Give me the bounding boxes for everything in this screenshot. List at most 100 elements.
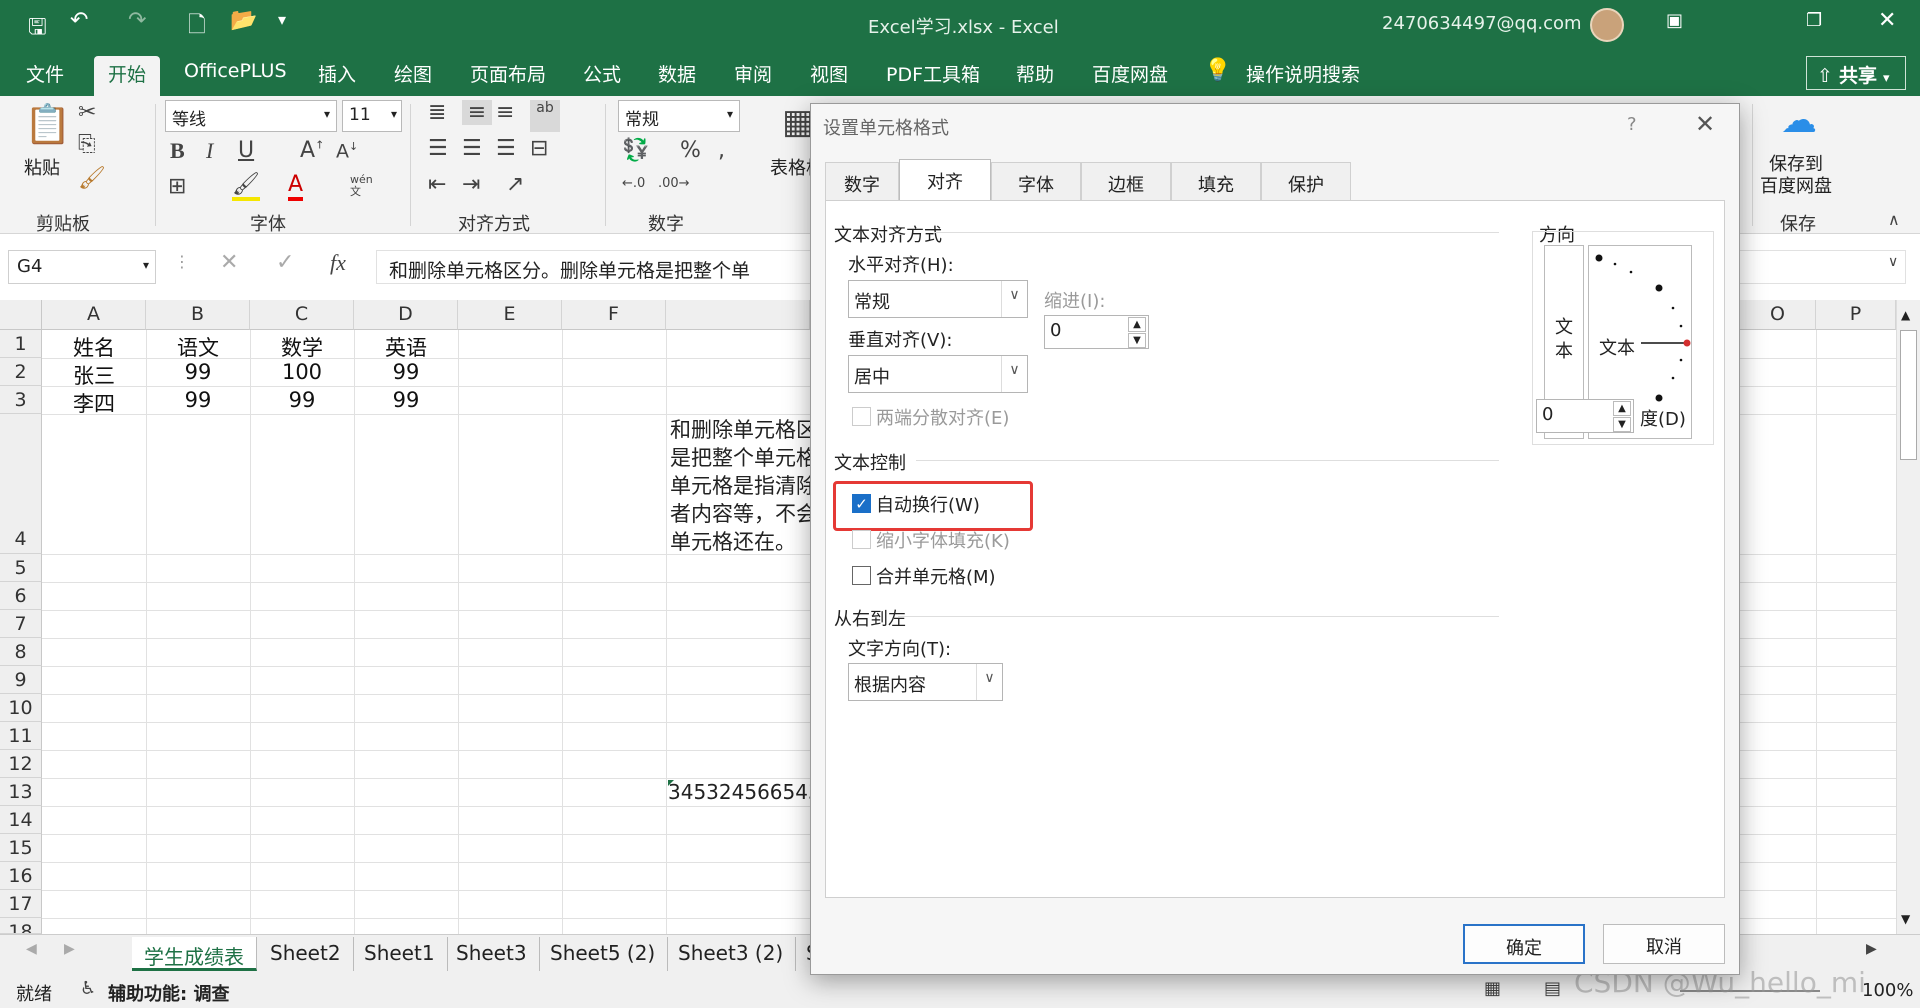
fill-color-icon[interactable]: 🖌 [232, 172, 260, 201]
row-header[interactable]: 7 [0, 610, 42, 638]
row-header[interactable]: 13 [0, 778, 42, 806]
spin-down-icon[interactable]: ▼ [1128, 333, 1146, 348]
confirm-entry-icon[interactable]: ✓ [276, 250, 294, 275]
column-header-f[interactable]: F [562, 300, 666, 330]
collapse-ribbon-icon[interactable]: ∧ [1888, 210, 1900, 229]
horizontal-align-select[interactable]: 常规 ∨ [848, 280, 1028, 318]
cell-a1[interactable]: 姓名 [42, 332, 146, 362]
cancel-button[interactable]: 取消 [1603, 924, 1725, 964]
sheet-tab[interactable]: Sheet2 [258, 937, 354, 971]
font-size-combo[interactable]: 11 ▾ [342, 100, 402, 132]
number-format-combo[interactable]: 常规 ▾ [618, 100, 740, 132]
row-header[interactable]: 11 [0, 722, 42, 750]
insert-function-icon[interactable]: fx [330, 250, 346, 276]
row-header[interactable]: 15 [0, 834, 42, 862]
tab-draw[interactable]: 绘图 [394, 60, 432, 87]
cell-c1[interactable]: 数学 [250, 332, 354, 362]
tab-page-layout[interactable]: 页面布局 [470, 60, 546, 87]
tab-baidu-netdisk[interactable]: 百度网盘 [1092, 60, 1168, 87]
align-bottom-icon[interactable]: ≡ [496, 100, 514, 125]
wrap-text-icon[interactable]: ab [530, 100, 560, 132]
underline-icon[interactable]: U [238, 138, 254, 163]
column-header-o[interactable]: O [1740, 300, 1816, 330]
justify-distributed-checkbox[interactable] [852, 407, 871, 426]
sheet-tab[interactable]: Sheet3 [444, 937, 540, 971]
row-header[interactable]: 10 [0, 694, 42, 722]
expand-formula-icon[interactable]: ∨ [1888, 254, 1898, 270]
restore-window-icon[interactable]: ❐ [1806, 10, 1822, 31]
share-button[interactable]: ⇧ 共享 ▾ [1806, 56, 1906, 90]
row-header[interactable]: 9 [0, 666, 42, 694]
align-middle-icon[interactable]: ≡ [462, 100, 492, 125]
accounting-format-icon[interactable]: 💱 [622, 138, 649, 163]
align-top-icon[interactable]: ≣ [428, 100, 446, 125]
column-header-g[interactable] [666, 300, 810, 330]
decrease-font-icon[interactable]: A↓ [336, 140, 358, 162]
cell-d3[interactable]: 99 [354, 388, 458, 412]
redo-icon[interactable]: ↷ [128, 8, 146, 33]
cancel-entry-icon[interactable]: ✕ [220, 250, 238, 275]
paste-label[interactable]: 粘贴 [24, 154, 60, 180]
phonetic-icon[interactable]: wén 文 [350, 174, 373, 198]
row-header[interactable]: 18 [0, 918, 42, 934]
tab-data[interactable]: 数据 [658, 60, 696, 87]
row-header[interactable]: 1 [0, 330, 42, 358]
cell-c3[interactable]: 99 [250, 388, 354, 412]
text-direction-select[interactable]: 根据内容 ∨ [848, 663, 1003, 701]
close-icon[interactable]: ✕ [1695, 110, 1715, 138]
align-right-icon[interactable]: ☰ [496, 136, 516, 161]
open-folder-icon[interactable]: 📂 [230, 8, 257, 33]
row-header[interactable]: 5 [0, 554, 42, 582]
align-left-icon[interactable]: ☰ [428, 136, 448, 161]
cell-a2[interactable]: 张三 [42, 360, 146, 390]
page-layout-icon[interactable]: ▤ [1544, 978, 1561, 999]
comma-icon[interactable]: , [718, 138, 725, 163]
scroll-up-icon[interactable]: ▲ [1901, 308, 1910, 322]
decrease-decimal-icon[interactable]: .00→ [658, 176, 690, 191]
merge-cells-checkbox[interactable] [852, 566, 871, 585]
row-header[interactable]: 16 [0, 862, 42, 890]
indent-spinner[interactable]: 0 ▲ ▼ [1044, 315, 1149, 349]
name-box[interactable]: G4 ▾ [8, 250, 156, 284]
save-to-baidu-label[interactable]: 保存到 百度网盘 [1760, 154, 1832, 198]
italic-icon[interactable]: I [206, 138, 213, 164]
tab-view[interactable]: 视图 [810, 60, 848, 87]
column-header-e[interactable]: E [458, 300, 562, 330]
baidu-cloud-icon[interactable]: ☁ [1744, 100, 1854, 141]
scroll-down-icon[interactable]: ▼ [1901, 912, 1910, 926]
cell-g4[interactable]: 和删除单元格区 是把整个单元格 单元格是指清除 者内容等，不会 单元格还在。 [670, 416, 810, 556]
scroll-right-icon[interactable]: ▶ [1866, 941, 1877, 957]
cut-icon[interactable]: ✂ [78, 100, 96, 125]
prev-sheet-icon[interactable]: ◀ [26, 941, 37, 957]
tab-protection[interactable]: 保护 [1261, 162, 1351, 200]
tab-font[interactable]: 字体 [991, 162, 1081, 200]
format-painter-icon[interactable]: 🖌 [78, 166, 106, 191]
cell-b2[interactable]: 99 [146, 360, 250, 384]
ok-button[interactable]: 确定 [1463, 924, 1585, 964]
degree-spinner[interactable]: 0 ▲ ▼ [1536, 399, 1634, 433]
tab-home[interactable]: 开始 [94, 56, 161, 96]
zoom-level[interactable]: 100% [1862, 980, 1913, 1001]
bold-icon[interactable]: B [170, 138, 185, 164]
wrap-text-checkbox[interactable]: ✓ [852, 494, 871, 513]
spin-up-icon[interactable]: ▲ [1128, 317, 1146, 332]
customize-qat-icon[interactable]: ▾ [278, 10, 286, 29]
vertical-align-select[interactable]: 居中 ∨ [848, 355, 1028, 393]
select-all-corner[interactable] [0, 300, 42, 330]
tab-number[interactable]: 数字 [825, 162, 899, 200]
font-name-combo[interactable]: 等线 ▾ [165, 100, 337, 132]
copy-icon[interactable]: ⎘ [78, 132, 96, 157]
sheet-tab[interactable]: Sheet1 [352, 937, 448, 971]
tell-me-search[interactable]: 操作说明搜索 [1246, 60, 1360, 87]
column-header-p[interactable]: P [1816, 300, 1896, 330]
cell-b3[interactable]: 99 [146, 388, 250, 412]
tab-officeplus[interactable]: OfficePLUS [184, 60, 287, 82]
justify-distributed-label[interactable]: 两端分散对齐(E) [876, 404, 1009, 430]
row-header[interactable]: 14 [0, 806, 42, 834]
cell-g13[interactable]: 345324566543 [668, 780, 810, 804]
sheet-tab[interactable]: Sheet3 (2) [666, 937, 797, 971]
text-orientation-icon[interactable]: ↗ [506, 172, 524, 197]
cell-d1[interactable]: 英语 [354, 332, 458, 362]
sheet-tab[interactable]: Sheet5 (2) [538, 937, 669, 971]
column-header-d[interactable]: D [354, 300, 458, 330]
